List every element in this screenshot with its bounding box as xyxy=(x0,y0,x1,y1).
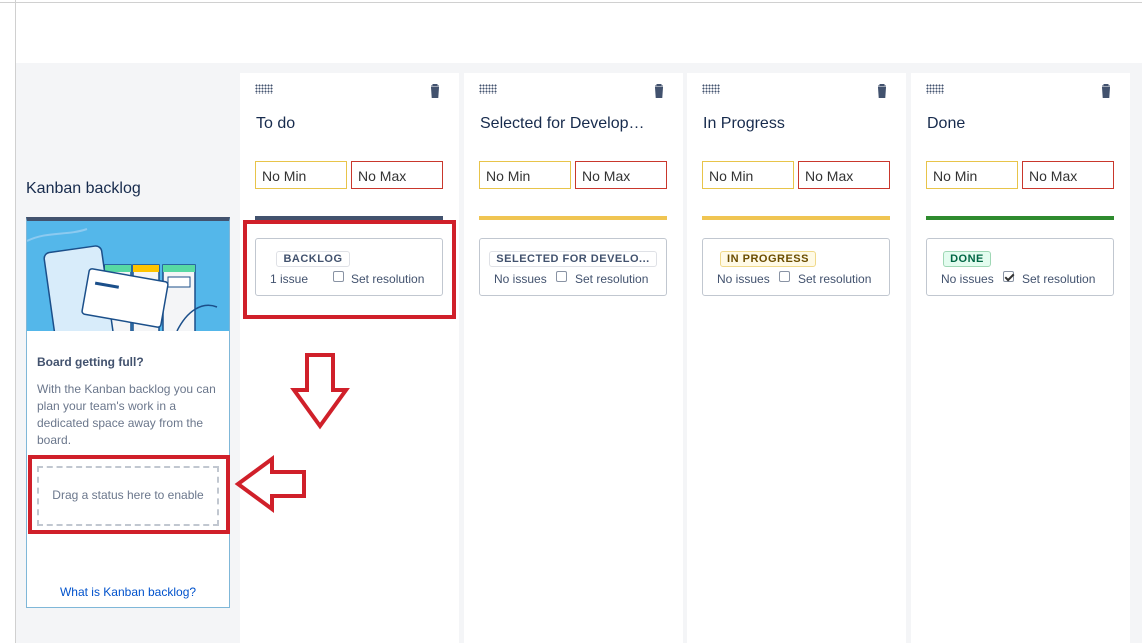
drag-handle-icon[interactable] xyxy=(479,84,497,94)
trash-icon[interactable] xyxy=(651,83,667,99)
drag-handle-icon[interactable] xyxy=(926,84,944,94)
issue-count: No issues xyxy=(941,272,994,286)
min-limit-field[interactable]: No Min xyxy=(255,161,347,189)
min-limit-field[interactable]: No Min xyxy=(926,161,1018,189)
status-card[interactable]: DONE No issues Set resolution xyxy=(926,238,1114,296)
kanban-backlog-help-link[interactable]: What is Kanban backlog? xyxy=(27,585,229,599)
column-title[interactable]: In Progress xyxy=(703,115,873,133)
top-divider xyxy=(0,2,1142,3)
highlight-box-drop-zone xyxy=(28,455,230,534)
max-limit-field[interactable]: No Max xyxy=(351,161,443,189)
max-limit-field[interactable]: No Max xyxy=(798,161,890,189)
left-arrow-annotation xyxy=(234,455,306,513)
status-lozenge: SELECTED FOR DEVELO... xyxy=(489,251,657,267)
board-full-question: Board getting full? xyxy=(37,355,144,369)
column-status-bar xyxy=(479,216,667,220)
highlight-box-backlog xyxy=(243,220,456,319)
max-limit-field[interactable]: No Max xyxy=(1022,161,1114,189)
status-card[interactable]: IN PROGRESS No issues Set resolution xyxy=(702,238,890,296)
kanban-backlog-panel: Board getting full? With the Kanban back… xyxy=(26,217,230,608)
kanban-backlog-description: With the Kanban backlog you can plan you… xyxy=(37,382,216,447)
set-resolution-label: Set resolution xyxy=(798,272,872,286)
set-resolution-checkbox[interactable] xyxy=(1003,271,1014,282)
issue-count: No issues xyxy=(494,272,547,286)
trash-icon[interactable] xyxy=(1098,83,1114,99)
set-resolution-checkbox[interactable] xyxy=(779,271,790,282)
column-selected-for-development: Selected for Development No Min No Max S… xyxy=(464,73,683,643)
column-status-bar xyxy=(926,216,1114,220)
set-resolution-checkbox[interactable] xyxy=(556,271,567,282)
issue-count: No issues xyxy=(717,272,770,286)
min-limit-field[interactable]: No Min xyxy=(702,161,794,189)
status-card[interactable]: SELECTED FOR DEVELO... No issues Set res… xyxy=(479,238,667,296)
down-arrow-annotation xyxy=(290,353,350,430)
kanban-backlog-heading: Kanban backlog xyxy=(26,180,141,197)
column-status-bar xyxy=(702,216,890,220)
trash-icon[interactable] xyxy=(874,83,890,99)
kanban-backlog-illustration xyxy=(27,221,229,331)
column-title[interactable]: Done xyxy=(927,115,1097,133)
trash-icon[interactable] xyxy=(427,83,443,99)
column-title[interactable]: To do xyxy=(256,115,426,133)
drag-handle-icon[interactable] xyxy=(255,84,273,94)
set-resolution-label: Set resolution xyxy=(575,272,649,286)
set-resolution-label: Set resolution xyxy=(1022,272,1096,286)
max-limit-field[interactable]: No Max xyxy=(575,161,667,189)
status-lozenge: DONE xyxy=(943,251,991,267)
drag-handle-icon[interactable] xyxy=(702,84,720,94)
column-title[interactable]: Selected for Development xyxy=(480,115,645,133)
column-in-progress: In Progress No Min No Max IN PROGRESS No… xyxy=(687,73,906,643)
status-lozenge: IN PROGRESS xyxy=(720,251,816,267)
column-done: Done No Min No Max DONE No issues Set re… xyxy=(911,73,1130,643)
min-limit-field[interactable]: No Min xyxy=(479,161,571,189)
